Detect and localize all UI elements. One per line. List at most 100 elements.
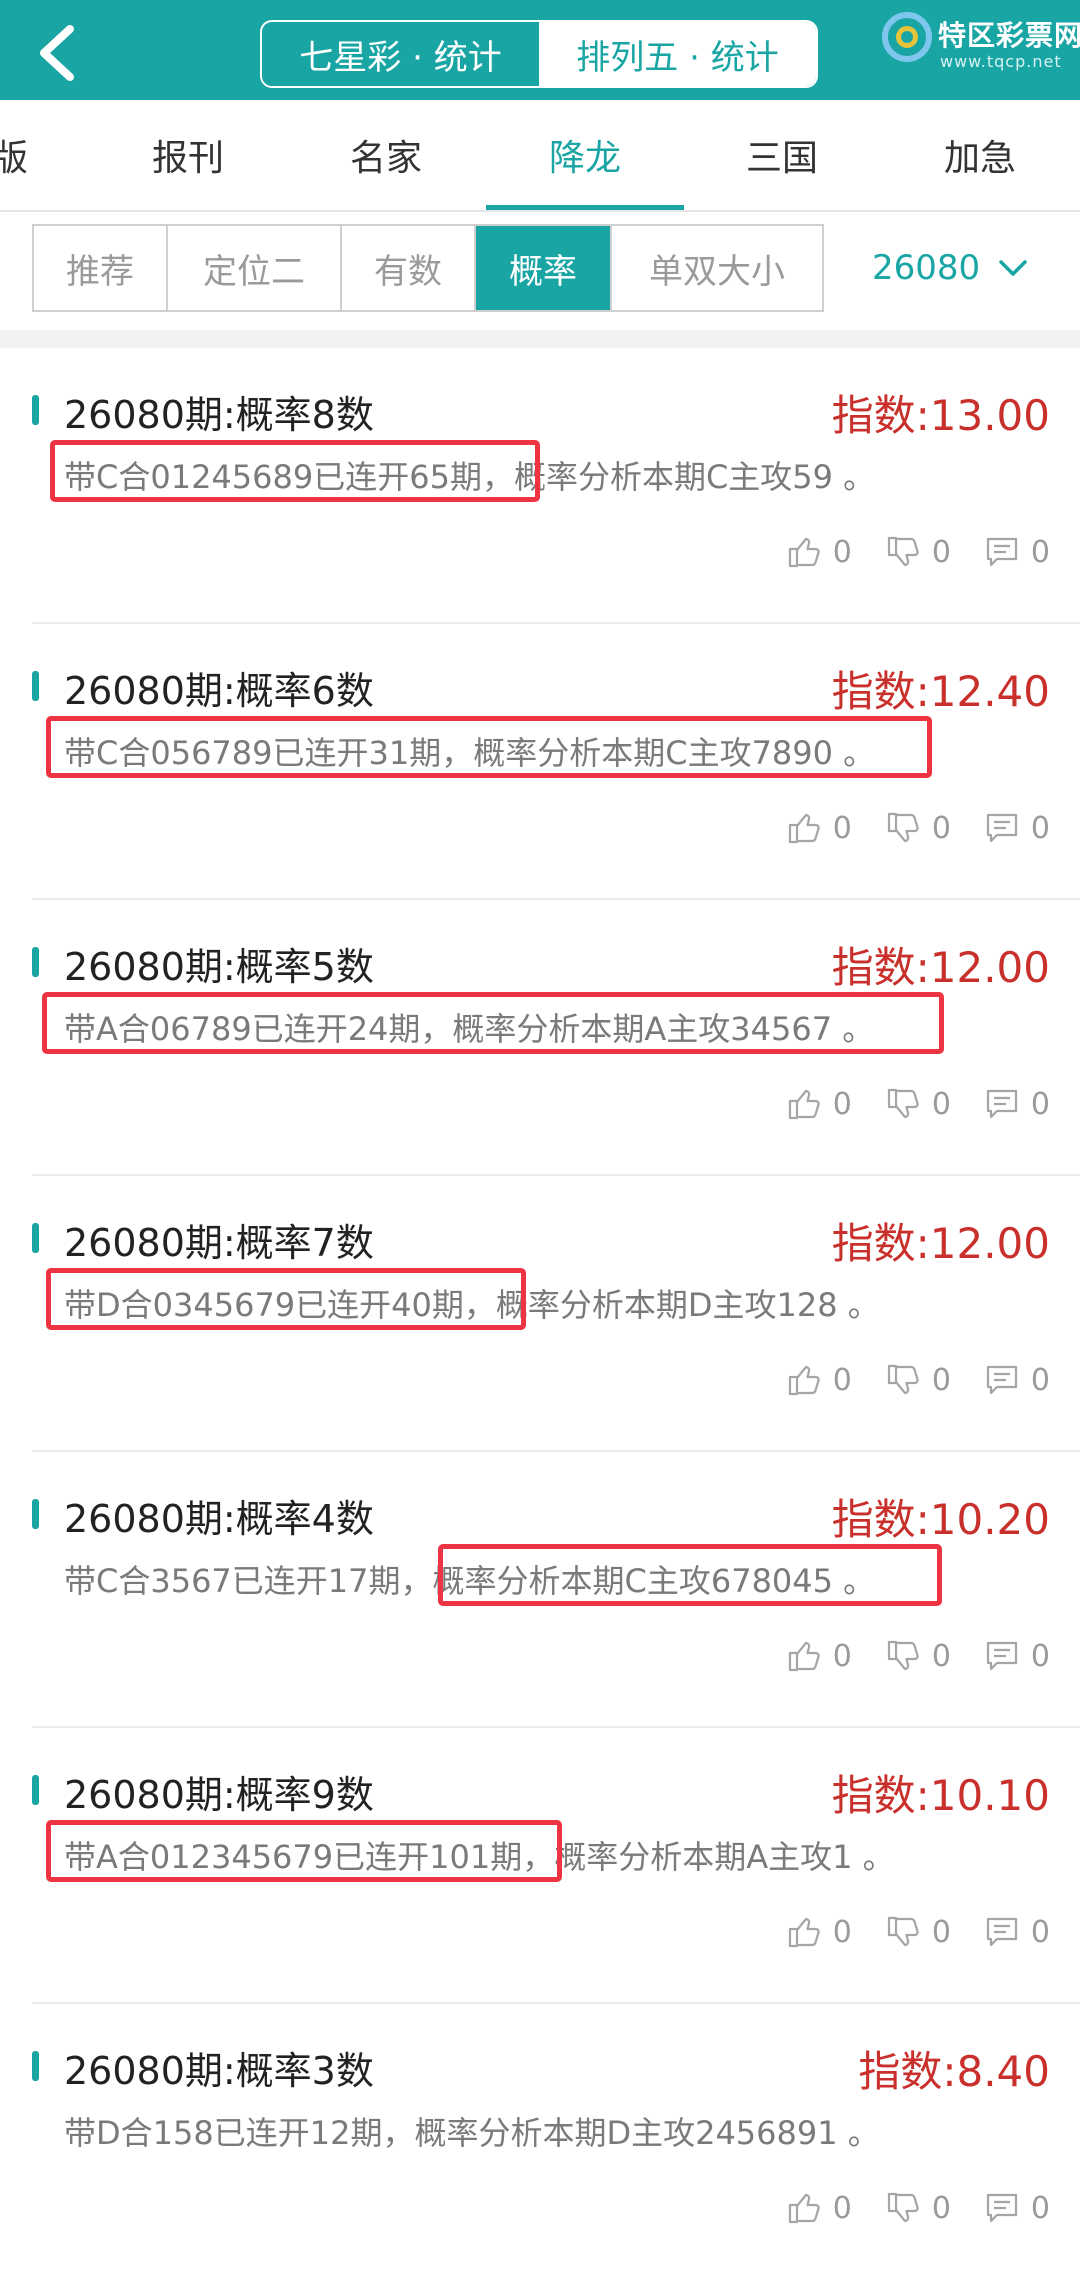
subtab-gailv[interactable]: 概率 xyxy=(476,226,612,310)
item-actions: 0 0 0 xyxy=(753,1360,1050,1400)
comment-button[interactable]: 0 xyxy=(985,1639,1050,1674)
category-tabs: 版 报刊 名家 降龙 三国 加急 xyxy=(0,100,1080,212)
highlight-box xyxy=(46,1268,526,1330)
item-index: 指数:12.40 xyxy=(831,667,1050,716)
dislike-button[interactable]: 0 xyxy=(886,2191,951,2226)
dislike-button[interactable]: 0 xyxy=(886,1639,951,1674)
highlight-box xyxy=(438,1544,942,1606)
dislike-count: 0 xyxy=(931,1638,951,1674)
dislike-count: 0 xyxy=(931,534,951,570)
comment-count: 0 xyxy=(1030,1914,1050,1950)
like-count: 0 xyxy=(832,1086,852,1122)
like-button[interactable]: 0 xyxy=(787,811,852,846)
thumbs-up-icon xyxy=(788,1641,820,1672)
item-accent-bar xyxy=(32,1499,39,1529)
site-logo: 特区彩票网 www.tqcp.net xyxy=(880,8,1080,88)
back-button[interactable] xyxy=(22,18,92,88)
sub-tabs: 推荐 定位二 有数 概率 单双大小 xyxy=(32,224,824,312)
tab-sanguo[interactable]: 三国 xyxy=(712,100,852,210)
like-button[interactable]: 0 xyxy=(787,2191,852,2226)
top-bar: 七星彩 · 统计 排列五 · 统计 特区彩票网 www.tqcp.net xyxy=(0,0,1080,100)
segment-pailiewu[interactable]: 排列五 · 统计 xyxy=(539,22,816,86)
thumbs-up-icon xyxy=(788,1365,820,1396)
list-item[interactable]: 26080期:概率6数 指数:12.40 带C合056789已连开31期，概率分… xyxy=(0,624,1080,900)
tab-ban[interactable]: 版 xyxy=(0,100,68,210)
comment-button[interactable]: 0 xyxy=(985,1087,1050,1122)
comment-icon xyxy=(986,1365,1018,1395)
lottery-segmented-control: 七星彩 · 统计 排列五 · 统计 xyxy=(260,20,818,88)
item-title: 26080期:概率4数 xyxy=(64,1497,374,1541)
item-actions: 0 0 0 xyxy=(753,532,1050,572)
thumbs-down-icon xyxy=(887,2192,919,2223)
thumbs-up-icon xyxy=(788,2193,820,2224)
comment-button[interactable]: 0 xyxy=(985,1915,1050,1950)
highlight-box xyxy=(46,1820,562,1882)
highlight-box xyxy=(42,992,944,1054)
thumbs-down-icon xyxy=(887,1916,919,1947)
chevron-left-icon xyxy=(40,25,74,81)
subtab-dingweier[interactable]: 定位二 xyxy=(168,226,342,310)
item-index: 指数:10.10 xyxy=(831,1771,1050,1820)
item-title: 26080期:概率9数 xyxy=(64,1773,374,1817)
item-description: 带D合158已连开12期，概率分析本期D主攻2456891 。 xyxy=(64,2114,880,2152)
like-button[interactable]: 0 xyxy=(787,1639,852,1674)
list-item[interactable]: 26080期:概率4数 指数:10.20 带C合3567已连开17期，概率分析本… xyxy=(0,1452,1080,1728)
comment-button[interactable]: 0 xyxy=(985,811,1050,846)
dislike-button[interactable]: 0 xyxy=(886,535,951,570)
item-accent-bar xyxy=(32,671,39,701)
subtab-tuijian[interactable]: 推荐 xyxy=(34,226,168,310)
logo-icon-inner xyxy=(896,26,918,48)
comment-icon xyxy=(986,2193,1018,2223)
item-accent-bar xyxy=(32,1223,39,1253)
chevron-down-icon xyxy=(999,260,1027,276)
list-item[interactable]: 26080期:概率7数 指数:12.00 带D合0345679已连开40期，概率… xyxy=(0,1176,1080,1452)
dislike-button[interactable]: 0 xyxy=(886,1915,951,1950)
list-item[interactable]: 26080期:概率9数 指数:10.10 带A合012345679已连开101期… xyxy=(0,1728,1080,2004)
dislike-button[interactable]: 0 xyxy=(886,811,951,846)
dislike-button[interactable]: 0 xyxy=(886,1363,951,1398)
comment-button[interactable]: 0 xyxy=(985,2191,1050,2226)
like-button[interactable]: 0 xyxy=(787,1915,852,1950)
dislike-count: 0 xyxy=(931,810,951,846)
comment-count: 0 xyxy=(1030,1362,1050,1398)
thumbs-down-icon xyxy=(887,1364,919,1395)
tab-mingjia[interactable]: 名家 xyxy=(316,100,456,210)
item-index: 指数:8.40 xyxy=(858,2047,1050,2096)
item-actions: 0 0 0 xyxy=(753,808,1050,848)
subtab-youshu[interactable]: 有数 xyxy=(342,226,476,310)
item-accent-bar xyxy=(32,395,39,425)
highlight-box xyxy=(46,716,932,778)
like-count: 0 xyxy=(832,2190,852,2226)
dislike-count: 0 xyxy=(931,2190,951,2226)
dislike-button[interactable]: 0 xyxy=(886,1087,951,1122)
item-actions: 0 0 0 xyxy=(753,2188,1050,2228)
list-item[interactable]: 26080期:概率3数 指数:8.40 带D合158已连开12期，概率分析本期D… xyxy=(0,2004,1080,2280)
list-item[interactable]: 26080期:概率8数 指数:13.00 带C合01245689已连开65期，概… xyxy=(0,348,1080,624)
like-button[interactable]: 0 xyxy=(787,1363,852,1398)
like-count: 0 xyxy=(832,1914,852,1950)
comment-icon xyxy=(986,537,1018,567)
section-gap xyxy=(0,330,1080,348)
logo-url: www.tqcp.net xyxy=(940,52,1062,71)
segment-qixingcai[interactable]: 七星彩 · 统计 xyxy=(262,22,539,86)
comment-icon xyxy=(986,813,1018,843)
comment-icon xyxy=(986,1917,1018,1947)
item-title: 26080期:概率5数 xyxy=(64,945,374,989)
tab-jiaji[interactable]: 加急 xyxy=(910,100,1050,210)
like-count: 0 xyxy=(832,1638,852,1674)
issue-selector[interactable]: 26080 xyxy=(872,236,1028,300)
like-count: 0 xyxy=(832,534,852,570)
like-button[interactable]: 0 xyxy=(787,1087,852,1122)
comment-icon xyxy=(986,1089,1018,1119)
comment-button[interactable]: 0 xyxy=(985,1363,1050,1398)
tab-xianglong[interactable]: 降龙 xyxy=(486,100,684,210)
comment-button[interactable]: 0 xyxy=(985,535,1050,570)
thumbs-up-icon xyxy=(788,1917,820,1948)
tab-baokan[interactable]: 报刊 xyxy=(118,100,258,210)
like-button[interactable]: 0 xyxy=(787,535,852,570)
comment-count: 0 xyxy=(1030,1086,1050,1122)
subtab-danshuang-daxiao[interactable]: 单双大小 xyxy=(612,226,822,310)
thumbs-up-icon xyxy=(788,1089,820,1120)
dislike-count: 0 xyxy=(931,1362,951,1398)
list-item[interactable]: 26080期:概率5数 指数:12.00 带A合06789已连开24期，概率分析… xyxy=(0,900,1080,1176)
